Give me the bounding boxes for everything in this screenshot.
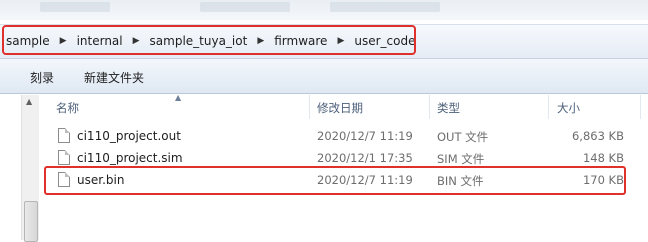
address-highlight-box xyxy=(2,25,416,55)
file-modified: 2020/12/1 17:35 xyxy=(317,151,413,165)
column-header-size[interactable]: 大小 xyxy=(557,100,580,116)
background-window-strip xyxy=(0,0,648,20)
new-folder-button[interactable]: 新建文件夹 xyxy=(84,69,144,86)
column-divider[interactable] xyxy=(640,95,641,119)
file-row[interactable]: ci110_project.out 2020/12/7 11:19 OUT 文件… xyxy=(40,126,630,147)
sort-ascending-icon: ▲ xyxy=(175,93,182,102)
column-divider[interactable] xyxy=(548,95,549,119)
file-modified: 2020/12/7 11:19 xyxy=(317,129,413,143)
file-name: ci110_project.sim xyxy=(77,151,183,165)
file-type: OUT 文件 xyxy=(437,130,489,144)
column-divider[interactable] xyxy=(309,95,310,119)
command-toolbar: 刻录 新建文件夹 xyxy=(0,59,648,94)
file-icon xyxy=(58,150,70,165)
file-icon xyxy=(58,128,70,143)
column-header: ▲ 名称 修改日期 类型 大小 xyxy=(40,93,648,119)
file-highlight-box xyxy=(44,166,626,195)
file-name: ci110_project.out xyxy=(77,129,181,143)
background-text-fragment xyxy=(330,2,440,12)
background-text-fragment xyxy=(40,2,110,12)
burn-button[interactable]: 刻录 xyxy=(30,69,54,86)
column-header-modified[interactable]: 修改日期 xyxy=(317,100,363,116)
file-size: 148 KB xyxy=(582,151,624,165)
column-header-type[interactable]: 类型 xyxy=(437,100,460,116)
column-divider[interactable] xyxy=(429,95,430,119)
scrollbar-thumb[interactable] xyxy=(24,201,38,242)
nav-pane-scrollbar[interactable]: ▲ xyxy=(21,95,39,242)
scroll-up-arrow-icon[interactable]: ▲ xyxy=(26,97,32,106)
file-type: SIM 文件 xyxy=(437,152,485,166)
file-size: 6,863 KB xyxy=(571,129,624,143)
column-header-name[interactable]: 名称 xyxy=(56,100,79,116)
background-text-fragment xyxy=(200,2,290,12)
